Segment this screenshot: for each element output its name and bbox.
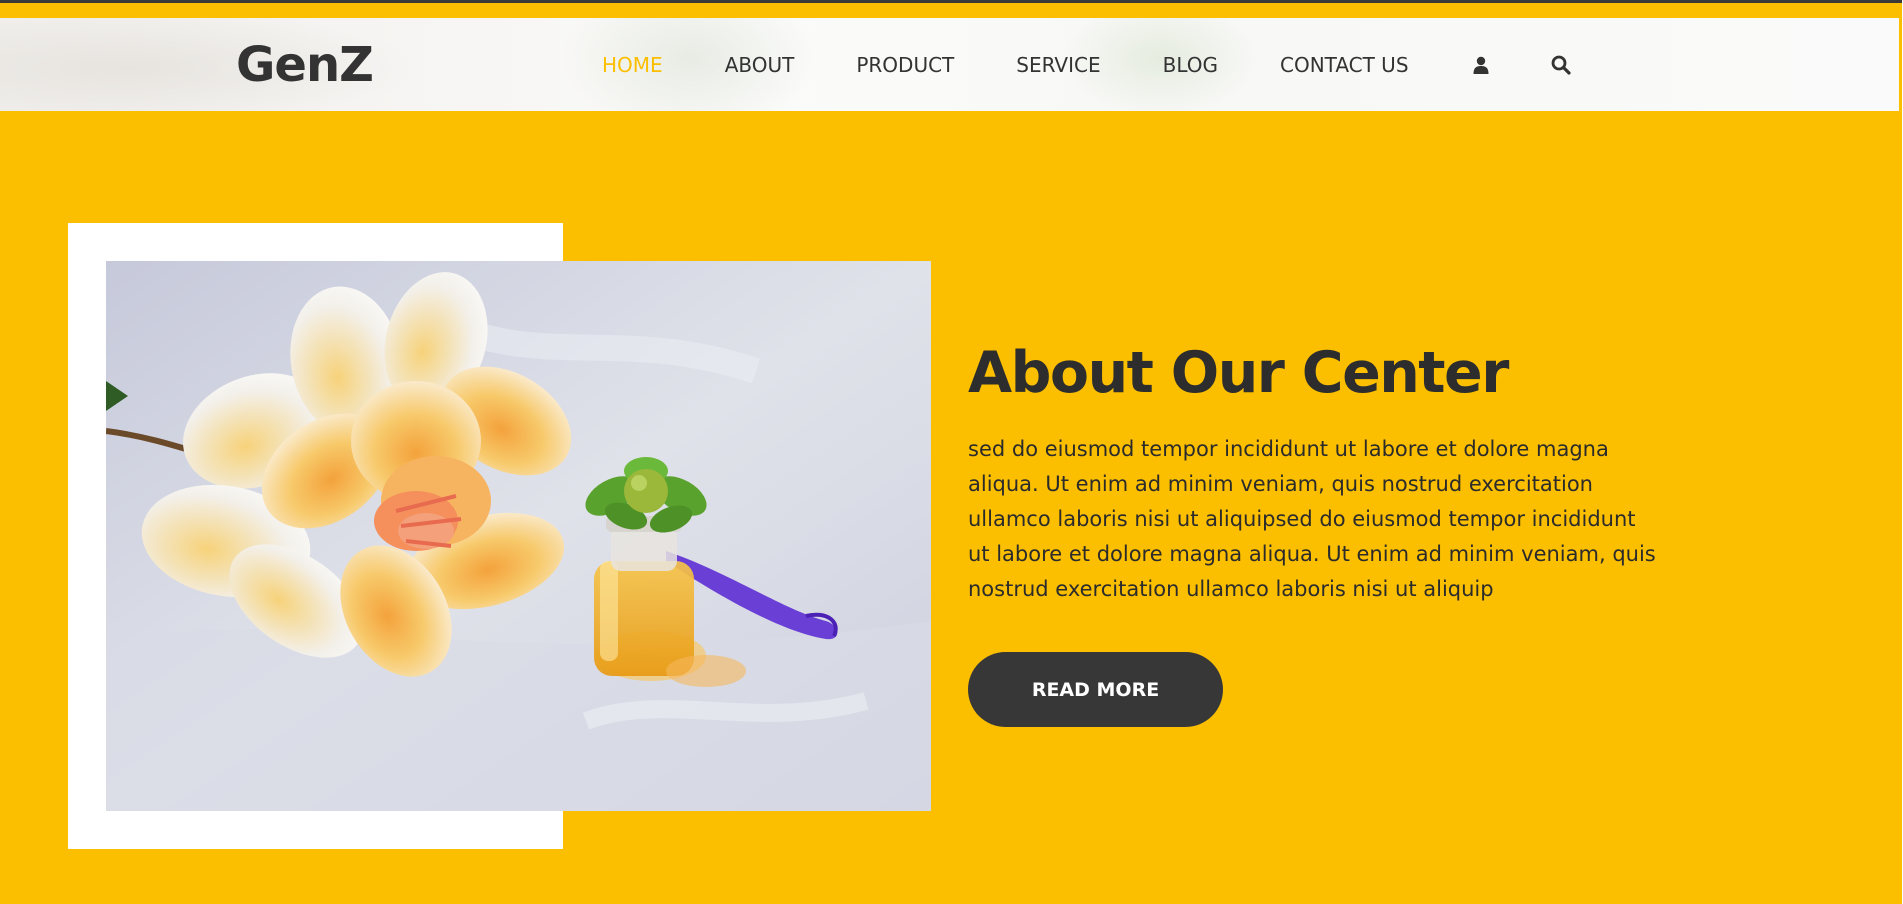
site-logo[interactable]: GenZ xyxy=(236,37,374,93)
about-description: sed do eiusmod tempor incididunt ut labo… xyxy=(968,437,1656,601)
main-nav: HOME ABOUT PRODUCT SERVICE BLOG CONTACT … xyxy=(602,18,1631,111)
search-icon[interactable] xyxy=(1551,55,1571,75)
site-header: GenZ HOME ABOUT PRODUCT SERVICE BLOG CON… xyxy=(0,3,1899,111)
about-title: About Our Center xyxy=(968,340,1509,406)
user-icon[interactable] xyxy=(1471,55,1491,75)
read-more-button[interactable]: READ MORE xyxy=(968,652,1223,727)
nav-item-service[interactable]: SERVICE xyxy=(1016,53,1100,77)
nav-item-blog[interactable]: BLOG xyxy=(1163,53,1218,77)
nav-item-home[interactable]: HOME xyxy=(602,53,663,77)
nav-item-contact-us[interactable]: CONTACT US xyxy=(1280,53,1409,77)
about-image xyxy=(106,261,931,811)
nav-item-about[interactable]: ABOUT xyxy=(725,53,795,77)
nav-item-product[interactable]: PRODUCT xyxy=(856,53,954,77)
